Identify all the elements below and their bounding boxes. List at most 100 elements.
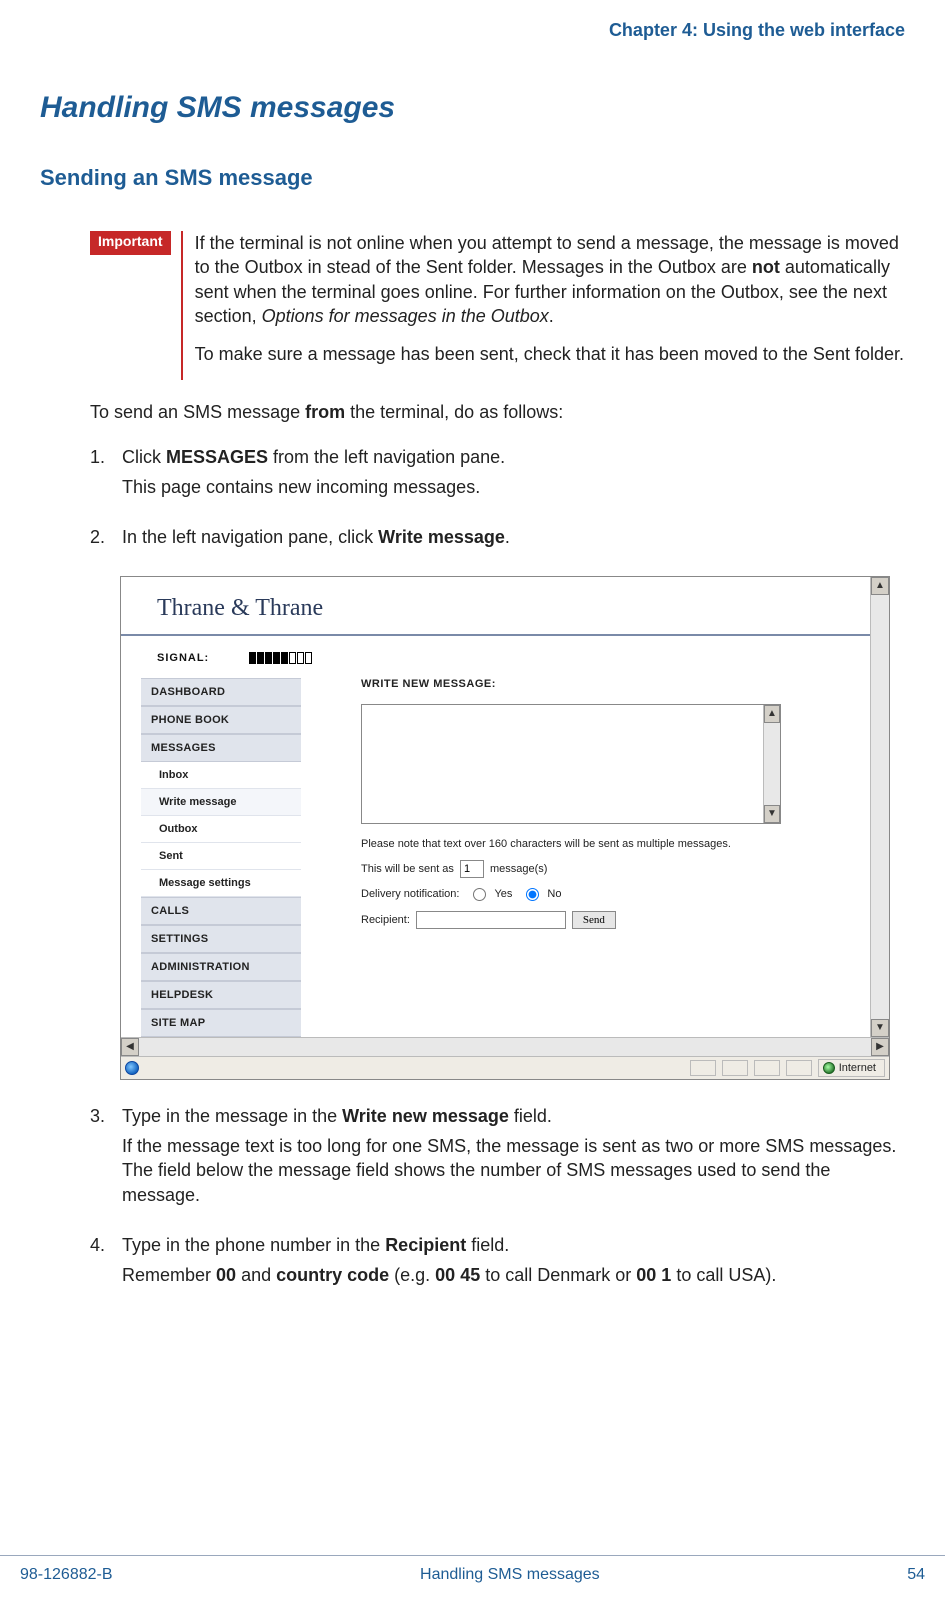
text: to call USA). [671,1265,776,1285]
recipient-input[interactable] [416,911,566,929]
text: . [505,527,510,547]
page-footer: 98-126882-B Handling SMS messages 54 [0,1555,945,1584]
message-count-field[interactable] [460,860,484,878]
scroll-track[interactable] [139,1038,871,1056]
text: No [547,888,561,900]
scroll-left-icon[interactable]: ◀ [121,1038,139,1056]
recipient-label: Recipient: [361,914,410,926]
message-textarea[interactable] [362,705,763,823]
text-bold: Recipient [385,1235,466,1255]
content-title: WRITE NEW MESSAGE: [361,678,850,690]
text: Remember [122,1265,216,1285]
text: Type in the message in the [122,1106,342,1126]
sidebar-item-calls[interactable]: CALLS [141,897,301,925]
sidebar-subitem-sent[interactable]: Sent [141,843,301,870]
signal-bar-empty-icon [289,652,296,664]
message-textarea-wrap: ▲ ▼ [361,704,781,824]
text-bold: not [752,257,780,277]
text: Click [122,447,166,467]
text-bold: 00 [216,1265,236,1285]
scroll-right-icon[interactable]: ▶ [871,1038,889,1056]
sidebar-item-dashboard[interactable]: DASHBOARD [141,678,301,706]
status-cell [690,1060,716,1076]
text-bold: Write message [378,527,505,547]
text: This will be sent as [361,863,454,875]
status-cell [722,1060,748,1076]
status-bar: Internet [121,1056,889,1079]
text: the terminal, do as follows: [345,402,563,422]
text: . [549,306,554,326]
scroll-up-icon[interactable]: ▲ [764,705,780,723]
signal-label: SIGNAL: [157,652,209,664]
embedded-screenshot: Thrane & Thrane SIGNAL: DASHBOARD PHONE … [120,576,890,1080]
step-2: 2. In the left navigation pane, click Wr… [90,525,905,555]
text-bold: MESSAGES [166,447,268,467]
text: field. [466,1235,509,1255]
text-bold: 00 45 [435,1265,480,1285]
text: Yes [494,888,512,900]
status-zone-internet: Internet [818,1059,885,1077]
scroll-down-icon[interactable]: ▼ [764,805,780,823]
scroll-up-icon[interactable]: ▲ [871,577,889,595]
important-callout: Important If the terminal is not online … [90,231,905,380]
text: This page contains new incoming messages… [122,475,505,499]
step-4: 4. Type in the phone number in the Recip… [90,1233,905,1294]
footer-docid: 98-126882-B [20,1566,113,1584]
sidebar-nav: DASHBOARD PHONE BOOK MESSAGES Inbox Writ… [141,678,301,1037]
scroll-track[interactable] [764,723,780,805]
text-bold: 00 1 [636,1265,671,1285]
step-number: 4. [90,1233,122,1294]
signal-bar-empty-icon [297,652,304,664]
signal-bars [249,652,312,664]
delivery-yes-radio[interactable] [473,888,486,901]
recipient-row: Recipient: Send [361,911,850,929]
delivery-row: Delivery notification: Yes No [361,888,850,901]
signal-bar-filled-icon [273,652,280,664]
delivery-label: Delivery notification: [361,888,459,900]
status-cell [754,1060,780,1076]
text: to call Denmark or [480,1265,636,1285]
signal-bar-filled-icon [257,652,264,664]
important-paragraph-2: To make sure a message has been sent, ch… [195,342,905,366]
sidebar-item-helpdesk[interactable]: HELPDESK [141,981,301,1009]
sidebar-item-site-map[interactable]: SITE MAP [141,1009,301,1037]
scroll-track[interactable] [871,595,889,1019]
signal-bar-filled-icon [281,652,288,664]
text: message(s) [490,863,547,875]
status-zone-label: Internet [839,1062,876,1074]
text: If the message text is too long for one … [122,1134,905,1207]
text: and [236,1265,276,1285]
sidebar-subitem-write-message[interactable]: Write message [141,789,301,816]
sidebar-item-administration[interactable]: ADMINISTRATION [141,953,301,981]
important-tag: Important [90,231,171,255]
step-1: 1. Click MESSAGES from the left navigati… [90,445,905,506]
text-bold: from [305,402,345,422]
text: To send an SMS message [90,402,305,422]
text-bold: country code [276,1265,389,1285]
intro-line: To send an SMS message from the terminal… [90,400,905,424]
sidebar-item-phone-book[interactable]: PHONE BOOK [141,706,301,734]
status-cell [786,1060,812,1076]
sidebar-subitem-message-settings[interactable]: Message settings [141,870,301,897]
delivery-no-radio[interactable] [526,888,539,901]
sidebar-item-messages[interactable]: MESSAGES [141,734,301,762]
brand-header: Thrane & Thrane [121,577,870,628]
text-italic: Options for messages in the Outbox [262,306,549,326]
char-limit-note: Please note that text over 160 character… [361,838,850,850]
globe-icon [823,1062,835,1074]
send-button[interactable]: Send [572,911,616,929]
ie-icon [125,1061,139,1075]
scroll-down-icon[interactable]: ▼ [871,1019,889,1037]
page-title: Handling SMS messages [40,91,905,125]
sidebar-subitem-outbox[interactable]: Outbox [141,816,301,843]
step-3: 3. Type in the message in the Write new … [90,1104,905,1213]
sidebar-item-settings[interactable]: SETTINGS [141,925,301,953]
text-bold: Write new message [342,1106,509,1126]
signal-bar-filled-icon [249,652,256,664]
step-number: 3. [90,1104,122,1213]
chapter-header: Chapter 4: Using the web interface [40,20,905,41]
important-paragraph-1: If the terminal is not online when you a… [195,231,905,328]
sidebar-subitem-inbox[interactable]: Inbox [141,762,301,789]
message-count-row: This will be sent as message(s) [361,860,850,878]
text: (e.g. [389,1265,435,1285]
